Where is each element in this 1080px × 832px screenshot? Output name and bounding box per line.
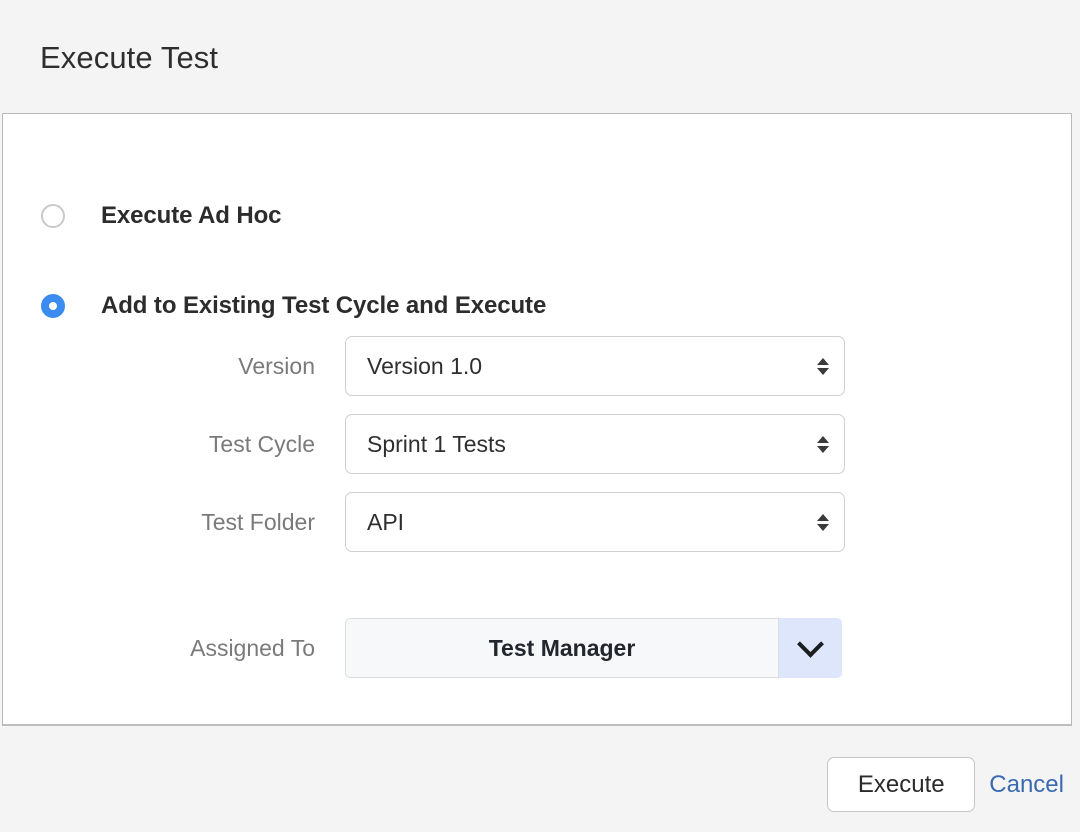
- select-test-cycle[interactable]: Sprint 1 Tests: [345, 414, 845, 474]
- select-version-value: Version 1.0: [346, 353, 482, 380]
- dialog-footer: Execute Cancel: [0, 730, 1080, 832]
- label-test-folder: Test Folder: [63, 509, 345, 536]
- page-title: Execute Test: [40, 40, 218, 76]
- assignee-picker: Test Manager: [345, 618, 842, 678]
- field-row-version: Version Version 1.0: [63, 336, 845, 396]
- stepper-arrows-icon: [816, 353, 830, 379]
- label-assigned-to: Assigned To: [63, 635, 345, 662]
- execute-test-dialog: Execute Test Execute Ad Hoc Add to Exist…: [0, 0, 1080, 832]
- radio-option-execute-ad-hoc[interactable]: Execute Ad Hoc: [41, 202, 281, 230]
- assignee-button[interactable]: Test Manager: [345, 618, 779, 678]
- dialog-header: Execute Test: [0, 0, 1080, 106]
- label-test-cycle: Test Cycle: [63, 431, 345, 458]
- radio-label-add-to-existing-test-cycle: Add to Existing Test Cycle and Execute: [101, 292, 546, 320]
- field-row-assigned-to: Assigned To Test Manager: [63, 618, 842, 678]
- field-row-test-cycle: Test Cycle Sprint 1 Tests: [63, 414, 845, 474]
- field-row-test-folder: Test Folder API: [63, 492, 845, 552]
- select-test-folder[interactable]: API: [345, 492, 845, 552]
- radio-icon-execute-ad-hoc[interactable]: [41, 204, 65, 228]
- chevron-down-icon: [797, 630, 824, 657]
- assignee-dropdown-toggle[interactable]: [779, 618, 842, 678]
- execute-button[interactable]: Execute: [827, 757, 975, 812]
- stepper-arrows-icon: [816, 509, 830, 535]
- label-version: Version: [63, 353, 345, 380]
- radio-option-add-to-existing-test-cycle[interactable]: Add to Existing Test Cycle and Execute: [41, 292, 546, 320]
- radio-label-execute-ad-hoc: Execute Ad Hoc: [101, 202, 281, 230]
- select-test-cycle-value: Sprint 1 Tests: [346, 431, 506, 458]
- dialog-body: Execute Ad Hoc Add to Existing Test Cycl…: [2, 113, 1072, 726]
- stepper-arrows-icon: [816, 431, 830, 457]
- cancel-link[interactable]: Cancel: [989, 771, 1064, 799]
- radio-icon-add-to-existing-test-cycle[interactable]: [41, 294, 65, 318]
- select-version[interactable]: Version 1.0: [345, 336, 845, 396]
- footer-actions: Execute Cancel: [827, 757, 1064, 812]
- select-test-folder-value: API: [346, 509, 404, 536]
